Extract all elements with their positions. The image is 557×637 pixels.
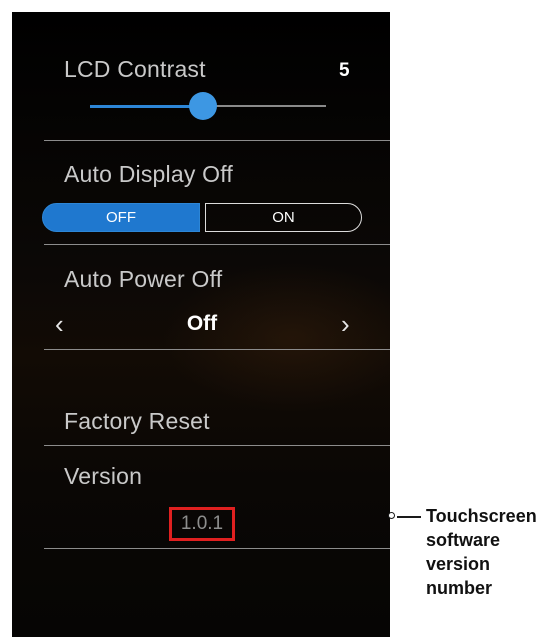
version-value: 1.0.1 <box>180 513 224 534</box>
slider-thumb[interactable] <box>189 92 218 120</box>
divider <box>44 548 390 549</box>
auto-power-off-value: Off <box>186 312 218 335</box>
callout-dot <box>388 512 395 519</box>
lcd-contrast-slider[interactable] <box>90 92 326 120</box>
slider-fill <box>90 104 204 108</box>
callout-text: Touchscreen software version number <box>426 504 554 600</box>
divider <box>44 140 390 141</box>
auto-display-off-toggle: OFF ON <box>42 203 362 232</box>
divider <box>44 445 390 446</box>
divider <box>44 349 390 350</box>
auto-display-off-option-on[interactable]: ON <box>205 203 362 232</box>
callout-line-1: Touchscreen <box>426 506 537 526</box>
factory-reset-button[interactable]: Factory Reset <box>64 408 210 435</box>
auto-power-off-label: Auto Power Off <box>64 266 223 292</box>
callout-line <box>397 516 421 518</box>
divider <box>44 244 390 245</box>
lcd-contrast-label: LCD Contrast <box>64 56 206 82</box>
chevron-left-icon[interactable]: ‹ <box>55 309 64 340</box>
callout-line-2: software <box>426 530 501 550</box>
version-value-highlight: 1.0.1 <box>169 507 235 541</box>
auto-display-off-option-off[interactable]: OFF <box>42 203 200 232</box>
settings-screen: LCD Contrast 5 Auto Display Off OFF ON A… <box>12 12 390 637</box>
callout-line-4: number <box>426 578 493 598</box>
callout-line-3: version <box>426 554 491 574</box>
auto-display-off-label: Auto Display Off <box>64 161 233 187</box>
chevron-right-icon[interactable]: › <box>341 309 350 340</box>
lcd-contrast-value: 5 <box>339 60 350 81</box>
version-label: Version <box>64 463 143 489</box>
